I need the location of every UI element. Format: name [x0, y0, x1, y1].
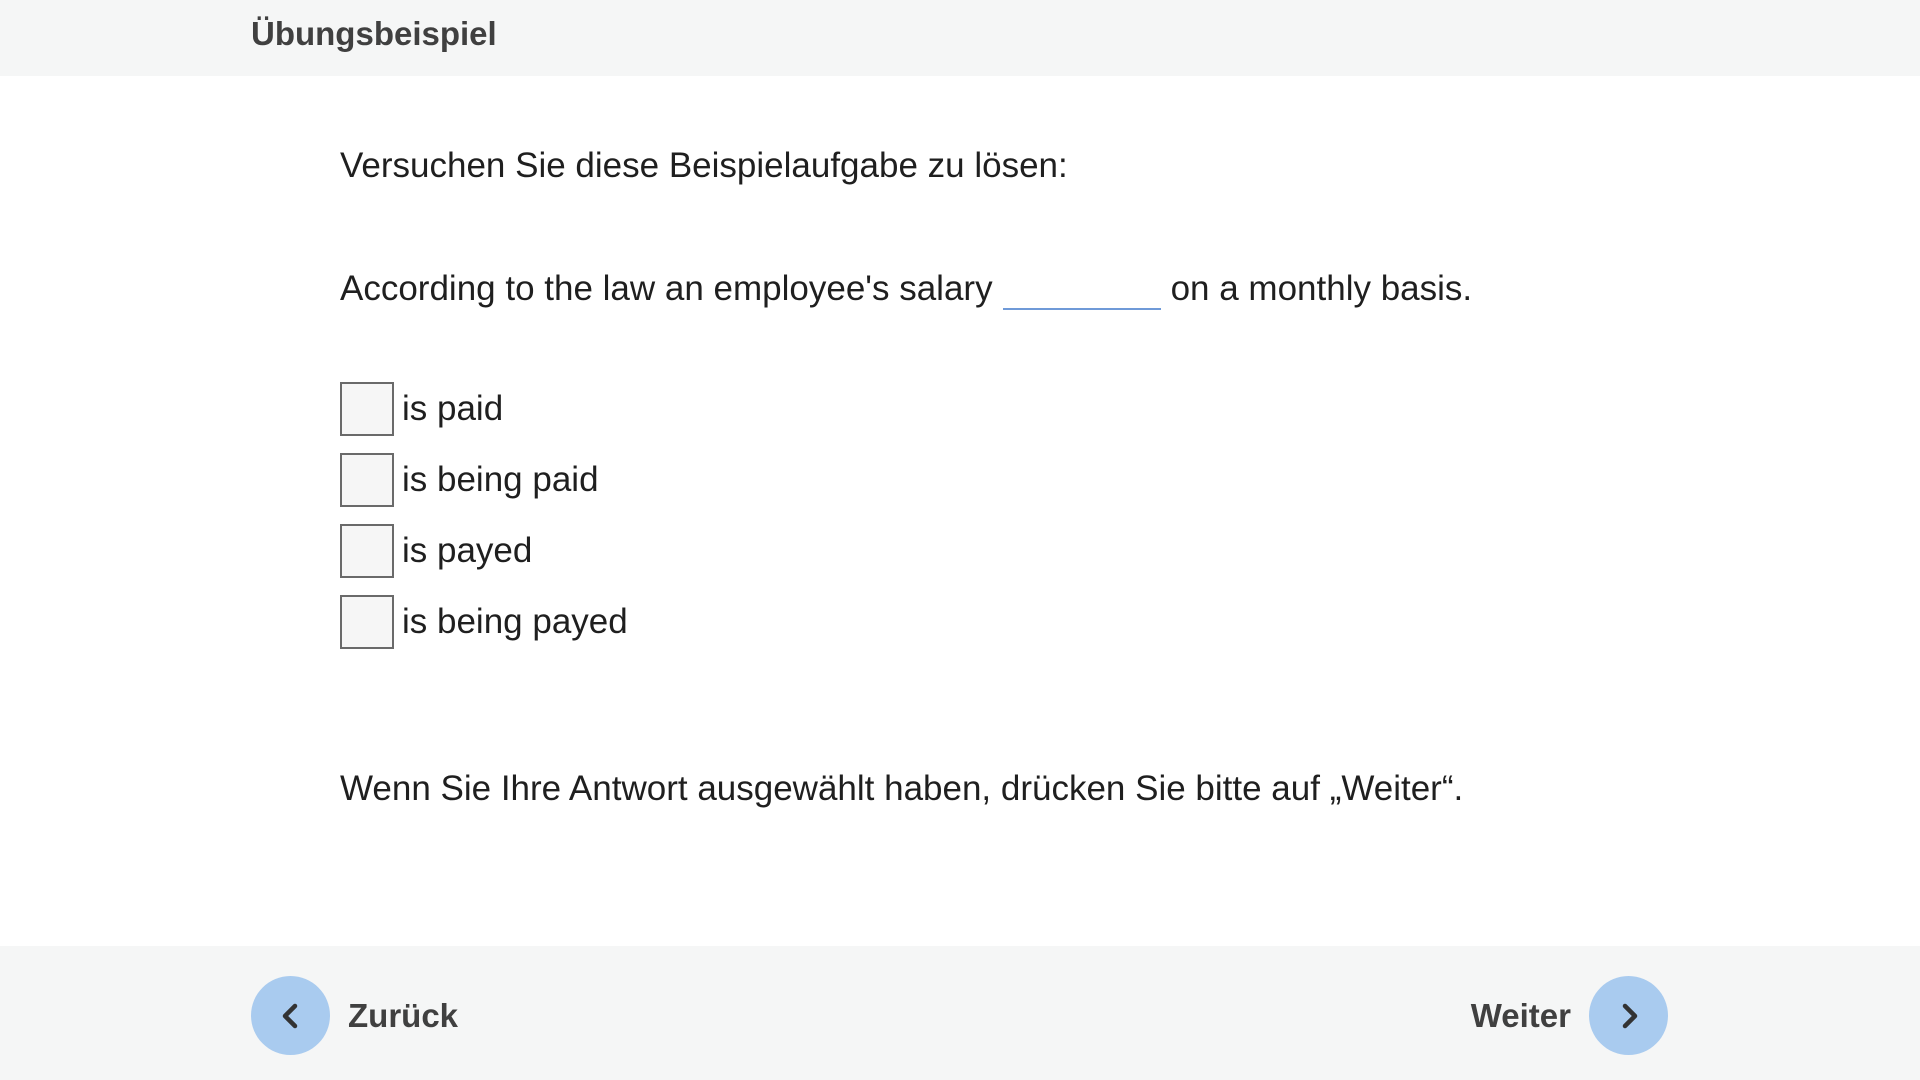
- question-text-before: According to the law an employee's salar…: [340, 269, 993, 308]
- option-label[interactable]: is payed: [402, 530, 532, 572]
- option-label[interactable]: is being paid: [402, 459, 599, 501]
- option-checkbox[interactable]: [340, 453, 394, 507]
- page-header: Übungsbeispiel: [0, 0, 1920, 76]
- chevron-left-icon[interactable]: [251, 976, 330, 1055]
- back-button[interactable]: Zurück: [251, 976, 458, 1055]
- instruction-text: Versuchen Sie diese Beispielaufgabe zu l…: [340, 146, 1068, 185]
- option-label[interactable]: is being payed: [402, 601, 628, 643]
- next-button[interactable]: Weiter: [1471, 976, 1668, 1055]
- option-is-payed[interactable]: is payed: [340, 524, 628, 578]
- chevron-right-icon[interactable]: [1589, 976, 1668, 1055]
- answer-blank: [1002, 270, 1161, 310]
- option-is-being-payed[interactable]: is being payed: [340, 595, 628, 649]
- question-text-after: on a monthly basis.: [1170, 269, 1473, 308]
- option-checkbox[interactable]: [340, 382, 394, 436]
- option-label[interactable]: is paid: [402, 388, 503, 430]
- option-is-being-paid[interactable]: is being paid: [340, 453, 628, 507]
- option-checkbox[interactable]: [340, 524, 394, 578]
- question-sentence: According to the law an employee's salar…: [340, 268, 1472, 310]
- option-checkbox[interactable]: [340, 595, 394, 649]
- continue-note: Wenn Sie Ihre Antwort ausgewählt haben, …: [340, 769, 1464, 808]
- navigation-footer: Zurück Weiter: [0, 946, 1920, 1080]
- page-title: Übungsbeispiel: [251, 15, 497, 52]
- option-is-paid[interactable]: is paid: [340, 382, 628, 436]
- back-button-label[interactable]: Zurück: [348, 996, 458, 1036]
- answer-options: is paid is being paid is payed is being …: [340, 382, 628, 666]
- next-button-label[interactable]: Weiter: [1471, 996, 1571, 1036]
